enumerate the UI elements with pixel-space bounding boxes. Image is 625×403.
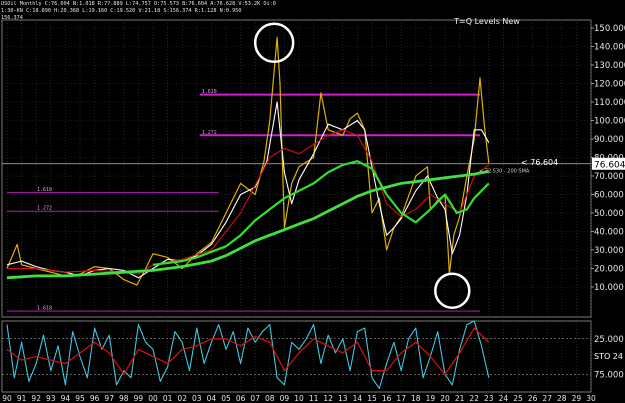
- x-tick-label: 93: [46, 394, 56, 403]
- sto-level-label: 75.000: [594, 370, 624, 380]
- y-tick-label: 40.000: [594, 228, 624, 238]
- x-tick-label: 99: [134, 394, 144, 403]
- series-line-2: [7, 129, 490, 275]
- price-label: 76.604: [594, 160, 625, 170]
- x-tick-label: 24: [499, 394, 509, 403]
- x-tick-label: 17: [396, 394, 406, 403]
- x-tick-label: 91: [17, 394, 27, 403]
- sto-level-label: 25.000: [594, 335, 624, 345]
- x-tick-label: 15: [367, 394, 377, 403]
- x-tick-label: 94: [61, 394, 71, 403]
- x-tick-label: 04: [207, 394, 217, 403]
- annotation-circle-0: [253, 22, 295, 64]
- y-tick-label: 90.000: [594, 135, 624, 145]
- y-tick-label: 60.000: [594, 191, 624, 201]
- price-series: [6, 36, 490, 286]
- x-tick-label: 13: [338, 394, 348, 403]
- x-tick-label: 03: [192, 394, 202, 403]
- x-tick-label: 96: [90, 394, 100, 403]
- x-tick-label: 98: [119, 394, 129, 403]
- x-tick-label: 09: [280, 394, 290, 403]
- x-tick-label: 22: [469, 394, 479, 403]
- fib-level-label: 1.618: [202, 89, 217, 95]
- sto-series-line-0: [6, 320, 490, 389]
- x-tick-label: 01: [163, 394, 173, 403]
- x-tick-label: 19: [426, 394, 436, 403]
- x-tick-label: 20: [440, 394, 450, 403]
- x-tick-label: 10: [294, 394, 304, 403]
- x-tick-label: 11: [309, 394, 319, 403]
- y-tick-label: 140.000: [594, 43, 625, 53]
- fib-level-label: 1.272: [202, 130, 217, 136]
- x-tick-label: 23: [484, 394, 494, 403]
- x-tick-label: 30: [586, 394, 596, 403]
- x-tick-label: 28: [557, 394, 567, 403]
- fib-level-label: 1.618: [37, 306, 52, 312]
- x-tick-label: 95: [75, 394, 85, 403]
- x-tick-label: 16: [382, 394, 392, 403]
- x-tick-label: 18: [411, 394, 421, 403]
- series-line-0: [6, 36, 490, 286]
- series-line-1: [6, 101, 490, 279]
- sto-title: STO 24: [594, 352, 623, 361]
- x-tick-label: 92: [31, 394, 41, 403]
- sma-label: < 72.530 - 200 SMA: [479, 168, 530, 174]
- x-tick-label: 97: [104, 394, 114, 403]
- x-tick-label: 90: [2, 394, 12, 403]
- x-tick-label: 12: [323, 394, 333, 403]
- y-tick-label: 30.000: [594, 246, 624, 256]
- series-line-4: [6, 170, 490, 280]
- y-tick-label: 70.000: [594, 172, 624, 182]
- stochastic-panel: 25.000 75.000: [2, 320, 624, 389]
- y-tick-label: 50.000: [594, 209, 624, 219]
- grid: [1, 19, 592, 393]
- x-tick-label: 07: [250, 394, 260, 403]
- annotation-circle-1: [434, 272, 471, 309]
- x-tick-label: 02: [177, 394, 187, 403]
- y-tick-label: 130.000: [594, 61, 625, 71]
- y-tick-label: 120.000: [594, 80, 625, 90]
- x-tick-label: 21: [455, 394, 465, 403]
- x-tick-label: 05: [221, 394, 231, 403]
- price-chart[interactable]: 1.618 1.272 1.618 1.272 1.618 25.000 75.000 9…: [0, 0, 625, 403]
- price-label-small: < 76.604: [521, 158, 558, 167]
- annotations: [253, 22, 471, 309]
- y-tick-label: 20.000: [594, 265, 624, 275]
- x-tick-label: 00: [148, 394, 158, 403]
- x-tick-label: 29: [572, 394, 582, 403]
- x-tick-label: 27: [542, 394, 552, 403]
- x-tick-label: 25: [513, 394, 523, 403]
- fib-levels: 1.618 1.272 1.618 1.272 1.618: [7, 89, 481, 312]
- y-tick-label: 110.000: [594, 98, 625, 108]
- x-tick-label: 08: [265, 394, 275, 403]
- fib-level-label: 1.618: [37, 187, 52, 193]
- fib-level-label: 1.272: [37, 206, 52, 212]
- x-tick-label: 14: [353, 394, 363, 403]
- y-tick-label: 150.000: [594, 24, 625, 34]
- x-tick-label: 26: [528, 394, 538, 403]
- chart-title: T=Q Levels New: [453, 17, 520, 26]
- x-tick-label: 06: [236, 394, 246, 403]
- y-tick-label: 10.000: [594, 283, 624, 293]
- y-tick-label: 100.000: [594, 117, 625, 127]
